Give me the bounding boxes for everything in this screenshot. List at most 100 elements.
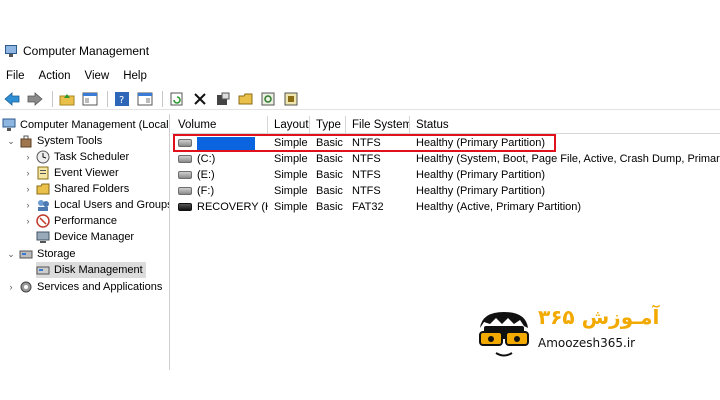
storage-icon <box>19 247 33 261</box>
tree-label: Performance <box>54 215 117 227</box>
type-cell: Basic <box>316 169 343 181</box>
search-icon[interactable] <box>259 89 279 109</box>
volume-name: RECOVERY (H:) <box>197 201 268 213</box>
menu-action[interactable]: Action <box>37 70 79 82</box>
disk-icon <box>178 155 192 163</box>
type-cell: Basic <box>316 201 343 213</box>
chevron-right-icon[interactable]: › <box>23 184 33 194</box>
toolbar-separator <box>52 90 53 107</box>
tree-item-task-scheduler[interactable]: › Task Scheduler <box>23 149 129 165</box>
tree-item-computer-management[interactable]: Computer Management (Local <box>2 117 169 133</box>
tree-item-local-users[interactable]: › Local Users and Groups <box>23 197 170 213</box>
layout-cell: Simple <box>274 153 308 165</box>
chevron-down-icon[interactable]: ⌄ <box>6 249 16 260</box>
tree-item-services[interactable]: › Services and Applications <box>6 279 163 295</box>
status-cell: Healthy (Primary Partition) <box>416 169 545 181</box>
toolbar-separator <box>162 90 163 107</box>
header-type[interactable]: Type <box>310 116 346 134</box>
tree-item-event-viewer[interactable]: › Event Viewer <box>23 165 119 181</box>
chevron-right-icon[interactable]: › <box>23 200 33 210</box>
layout-cell: Simple <box>274 185 308 197</box>
tree-label: Task Scheduler <box>54 151 130 163</box>
header-volume[interactable]: Volume <box>172 116 268 134</box>
chevron-right-icon[interactable]: › <box>6 282 16 292</box>
chevron-right-icon[interactable]: › <box>23 168 33 178</box>
highlight-annotation-box <box>173 134 556 152</box>
shared-folder-icon <box>36 182 50 196</box>
menu-view[interactable]: View <box>83 70 118 82</box>
toolbar-separator <box>107 90 108 107</box>
volume-name: (C:) <box>197 153 216 165</box>
disk-management-icon <box>36 263 50 277</box>
window-title: Computer Management <box>23 44 150 58</box>
properties-icon[interactable] <box>213 89 233 109</box>
back-icon[interactable] <box>2 89 22 109</box>
file-system-cell: FAT32 <box>352 201 384 213</box>
file-system-cell: NTFS <box>352 185 381 197</box>
tree-item-system-tools[interactable]: ⌄ System Tools <box>6 133 102 149</box>
show-hide-tree-icon[interactable] <box>80 89 100 109</box>
users-icon <box>36 198 50 212</box>
list-header: Volume Layout Type File System Status <box>172 116 720 134</box>
event-log-icon <box>36 166 50 180</box>
tree-label: Storage <box>37 248 76 260</box>
toolbar: ? <box>0 88 720 110</box>
up-folder-icon[interactable] <box>57 89 77 109</box>
tree-item-disk-management[interactable]: Disk Management <box>36 262 146 278</box>
menu-file[interactable]: File <box>4 70 33 82</box>
layout-cell: Simple <box>274 169 308 181</box>
tree-label: Computer Management (Local <box>20 119 169 131</box>
table-row[interactable]: (F:) Simple Basic NTFS Healthy (Primary … <box>172 183 720 199</box>
volume-name: (E:) <box>197 169 215 181</box>
header-layout[interactable]: Layout <box>268 116 310 134</box>
navigation-tree: Computer Management (Local ⌄ System Tool… <box>0 114 170 370</box>
tree-label: Device Manager <box>54 231 135 243</box>
watermark-logo: آمـوزش ۳۶۵ Amoozesh365.ir <box>474 300 684 372</box>
services-icon <box>19 280 33 294</box>
clock-icon <box>36 150 50 164</box>
menu-bar: File Action View Help <box>0 66 720 86</box>
performance-icon <box>36 214 50 228</box>
table-row[interactable]: RECOVERY (H:) Simple Basic FAT32 Healthy… <box>172 199 720 215</box>
chevron-right-icon[interactable]: › <box>23 152 33 162</box>
chevron-down-icon[interactable]: ⌄ <box>6 136 16 147</box>
file-system-cell: NTFS <box>352 169 381 181</box>
open-icon[interactable] <box>236 89 256 109</box>
tree-item-device-manager[interactable]: Device Manager <box>36 229 134 245</box>
status-cell: Healthy (Active, Primary Partition) <box>416 201 582 213</box>
tree-item-shared-folders[interactable]: › Shared Folders <box>23 181 130 197</box>
type-cell: Basic <box>316 153 343 165</box>
disk-icon <box>178 203 192 211</box>
file-system-cell: NTFS <box>352 153 381 165</box>
watermark-native-text: آمـوزش ۳۶۵ <box>538 305 660 329</box>
tree-label: Services and Applications <box>37 281 163 293</box>
tree-item-storage[interactable]: ⌄ Storage <box>6 246 76 262</box>
tree-label: Local Users and Groups <box>54 199 170 211</box>
tree-label: Disk Management <box>54 264 143 276</box>
refresh-icon[interactable] <box>167 89 187 109</box>
mascot-icon <box>479 312 529 357</box>
svg-text:?: ? <box>119 95 124 106</box>
help-icon[interactable]: ? <box>112 89 132 109</box>
computer-management-icon <box>4 44 18 58</box>
type-cell: Basic <box>316 185 343 197</box>
tree-item-performance[interactable]: › Performance <box>23 213 117 229</box>
volume-name: (F:) <box>197 185 215 197</box>
computer-icon <box>2 118 16 132</box>
chevron-right-icon[interactable]: › <box>23 216 33 226</box>
watermark-text: Amoozesh365.ir <box>538 336 636 350</box>
tree-label: Shared Folders <box>54 183 130 195</box>
forward-icon[interactable] <box>25 89 45 109</box>
delete-icon[interactable] <box>190 89 210 109</box>
export-icon[interactable] <box>282 89 302 109</box>
table-row[interactable]: (E:) Simple Basic NTFS Healthy (Primary … <box>172 167 720 183</box>
header-file-system[interactable]: File System <box>346 116 410 134</box>
properties-pane-icon[interactable] <box>135 89 155 109</box>
disk-icon <box>178 187 192 195</box>
tree-label: Event Viewer <box>54 167 119 179</box>
layout-cell: Simple <box>274 201 308 213</box>
table-row[interactable]: (C:) Simple Basic NTFS Healthy (System, … <box>172 151 720 167</box>
device-manager-icon <box>36 230 50 244</box>
menu-help[interactable]: Help <box>121 70 155 82</box>
header-status[interactable]: Status <box>410 116 720 134</box>
